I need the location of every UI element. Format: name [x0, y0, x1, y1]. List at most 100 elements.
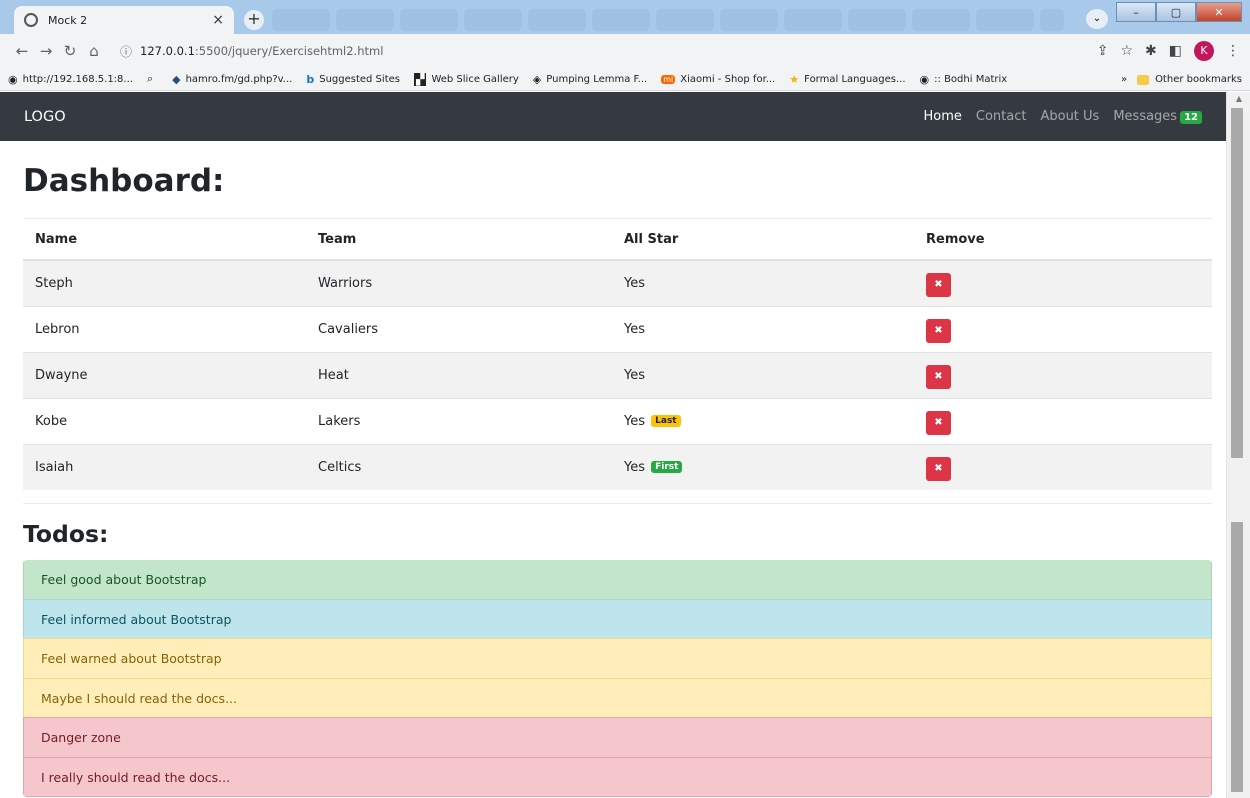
divider: [23, 490, 1212, 504]
brand-logo[interactable]: LOGO: [24, 109, 924, 125]
background-tab[interactable]: [976, 9, 1034, 31]
dashboard-title: Dashboard:: [23, 163, 225, 199]
diamond-icon: ◆: [172, 72, 181, 86]
minimize-icon[interactable]: –: [1116, 2, 1156, 22]
cell-remove: ✖: [914, 397, 1212, 444]
background-tab[interactable]: [592, 9, 650, 31]
web-slice-icon: ▞: [413, 72, 427, 86]
background-tab[interactable]: [912, 9, 970, 31]
bookmark-item[interactable]: ◉ http://192.168.5.1:8...: [8, 73, 133, 86]
profile-avatar[interactable]: K: [1194, 41, 1214, 61]
background-tab[interactable]: [656, 9, 714, 31]
browser-tab-active[interactable]: Mock 2 ×: [14, 6, 234, 34]
list-item[interactable]: Feel good about Bootstrap: [23, 560, 1212, 600]
header-remove: Remove: [914, 219, 1212, 261]
bookmark-label: hamro.fm/gd.php?v...: [185, 73, 293, 85]
scroll-up-arrow-icon[interactable]: ▲: [1227, 92, 1250, 106]
cell-remove: ✖: [914, 443, 1212, 490]
new-tab-button[interactable]: +: [244, 10, 264, 30]
cell-team: Warriors: [306, 259, 612, 306]
tab-search-chevron-icon[interactable]: ⌄: [1086, 9, 1108, 29]
other-bookmarks[interactable]: Other bookmarks: [1155, 74, 1242, 85]
info-icon[interactable]: ⓘ: [120, 43, 132, 60]
menu-kebab-icon[interactable]: ⋮: [1226, 43, 1240, 59]
extensions-icon[interactable]: ✱: [1145, 43, 1157, 59]
bookmark-item[interactable]: ◆ hamro.fm/gd.php?v...: [172, 73, 292, 86]
page-viewport: LOGO Home Contact About Us Messages 12 Da…: [0, 92, 1226, 798]
globe-icon: ◉: [8, 72, 18, 86]
background-tab[interactable]: [336, 9, 394, 31]
bookmark-item[interactable]: ★ Formal Languages...: [789, 73, 905, 86]
nav-messages[interactable]: Messages 12: [1113, 109, 1202, 124]
forward-arrow-icon[interactable]: →: [34, 42, 58, 60]
bookmarks-overflow: » Other bookmarks: [1121, 68, 1242, 91]
globe-icon: ◉: [919, 72, 930, 86]
back-arrow-icon[interactable]: ←: [10, 42, 34, 60]
close-tab-icon[interactable]: ×: [212, 12, 224, 28]
bookmark-star-icon[interactable]: ☆: [1120, 43, 1133, 59]
background-tab[interactable]: [784, 9, 842, 31]
reload-icon[interactable]: ↻: [58, 42, 82, 60]
table-header-row: Name Team All Star Remove: [23, 219, 1212, 261]
scrollbar-track[interactable]: [1231, 522, 1243, 792]
background-tab[interactable]: [720, 9, 778, 31]
browser-tabstrip: Mock 2 × + ⌄ – ▢ ✕: [0, 0, 1250, 34]
todos-title: Todos:: [23, 520, 109, 548]
remove-button[interactable]: ✖: [926, 273, 951, 298]
bookmark-label: Xiaomi - Shop for...: [680, 73, 776, 85]
bookmark-item[interactable]: ▞ Web Slice Gallery: [413, 72, 519, 86]
bookmark-label: :: Bodhi Matrix: [934, 73, 1008, 85]
folder-icon: [1137, 74, 1150, 85]
window-close-icon[interactable]: ✕: [1196, 2, 1242, 22]
background-tab[interactable]: [528, 9, 586, 31]
scrollbar-thumb[interactable]: [1231, 108, 1243, 458]
list-item[interactable]: Feel warned about Bootstrap: [23, 638, 1212, 679]
list-item[interactable]: I really should read the docs...: [23, 756, 1212, 797]
header-all-star: All Star: [612, 219, 914, 261]
bookmark-label: http://192.168.5.1:8...: [22, 73, 133, 85]
tab-title: Mock 2: [48, 13, 88, 27]
last-badge: Last: [651, 415, 681, 427]
remove-button[interactable]: ✖: [926, 411, 951, 435]
cell-name: Isaiah: [23, 443, 306, 490]
remove-button[interactable]: ✖: [926, 365, 951, 389]
search-icon: ⌕: [146, 72, 154, 85]
all-star-value: Yes: [624, 459, 645, 475]
bookmark-item[interactable]: ◉:: Bodhi Matrix: [920, 73, 1008, 86]
list-item[interactable]: Feel informed about Bootstrap: [23, 598, 1212, 639]
side-panel-icon[interactable]: ◧: [1169, 43, 1182, 59]
home-icon[interactable]: ⌂: [82, 42, 106, 60]
url-path: :5500/jquery/Exercisehtml2.html: [194, 44, 384, 58]
star-icon: ★: [789, 72, 800, 86]
nav-home[interactable]: Home: [924, 109, 962, 124]
page-scrollbar[interactable]: ▲: [1226, 92, 1250, 798]
all-star-value: Yes: [624, 367, 645, 383]
nav-about-us[interactable]: About Us: [1040, 109, 1099, 124]
bookmark-item[interactable]: ◈ Pumping Lemma F...: [533, 73, 647, 86]
chevron-double-right-icon[interactable]: »: [1121, 74, 1127, 85]
bookmark-item[interactable]: ⌕: [147, 72, 158, 86]
background-tab[interactable]: [1040, 9, 1064, 31]
header-team: Team: [306, 219, 612, 261]
maximize-icon[interactable]: ▢: [1156, 2, 1196, 22]
toolbar-right: ⇪ ☆ ✱ ◧ K ⋮: [1097, 34, 1240, 68]
list-item[interactable]: Danger zone: [23, 717, 1212, 758]
nav-contact[interactable]: Contact: [976, 109, 1027, 124]
remove-button[interactable]: ✖: [926, 457, 951, 482]
bookmark-item[interactable]: b Suggested Sites: [306, 73, 400, 86]
background-tab[interactable]: [848, 9, 906, 31]
cell-all-star: Yes: [612, 305, 914, 352]
background-tab[interactable]: [464, 9, 522, 31]
share-icon[interactable]: ⇪: [1097, 43, 1109, 59]
background-tab[interactable]: [272, 9, 330, 31]
cell-remove: ✖: [914, 259, 1212, 306]
remove-button[interactable]: ✖: [926, 319, 951, 343]
table-row: Lebron Cavaliers Yes ✖: [23, 305, 1212, 352]
address-bar: ← → ↻ ⌂ ⓘ 127.0.0.1:5500/jquery/Exercise…: [0, 34, 1250, 68]
cell-name: Lebron: [23, 305, 306, 352]
background-tab[interactable]: [400, 9, 458, 31]
url-field[interactable]: ⓘ 127.0.0.1:5500/jquery/Exercisehtml2.ht…: [120, 38, 383, 64]
cell-team: Celtics: [306, 443, 612, 490]
bookmark-item[interactable]: mi Xiaomi - Shop for...: [661, 74, 775, 85]
list-item[interactable]: Maybe I should read the docs...: [23, 677, 1212, 718]
